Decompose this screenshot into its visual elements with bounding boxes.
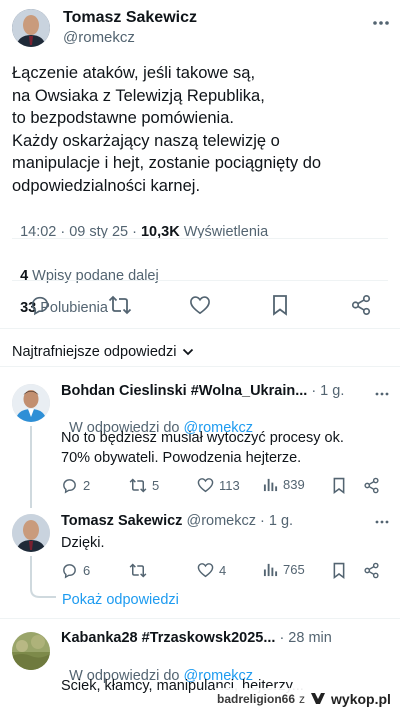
reply-count-button[interactable]: 2 (61, 477, 90, 494)
reply-author-handle[interactable]: @romekcz (186, 513, 256, 529)
share-icon[interactable] (363, 562, 380, 579)
view-count-button[interactable]: 839 (263, 477, 305, 492)
tweet-text-line: manipulacje i hejt, zostanie pociągnięty… (12, 154, 322, 172)
repost-icon[interactable] (108, 294, 132, 316)
reply-author-name[interactable]: Kabanka28 #Trzaskowsk2025... (61, 630, 275, 646)
thread-curve (30, 583, 56, 598)
reply-time[interactable]: · 1 g. (311, 383, 344, 399)
bookmark-icon[interactable] (271, 294, 289, 316)
share-icon[interactable] (350, 294, 372, 316)
share-icon[interactable] (363, 477, 380, 494)
avatar[interactable] (12, 632, 50, 670)
tweet-text-line: Każdy oskarżający naszą telewizję o (12, 131, 280, 150)
watermark-user: badreligion66 (217, 691, 296, 706)
reposts-stat[interactable]: 4 Wpisy podane dalej (20, 268, 159, 284)
replies-sort-label: Najtrafniejsze odpowiedzi (12, 344, 177, 360)
thread-line (30, 426, 32, 508)
divider (12, 280, 388, 281)
tweet-text-line: odpowiedzialności karnej. (12, 176, 201, 195)
reply-count: 6 (83, 563, 91, 578)
reply-time[interactable]: · 28 min (279, 630, 331, 646)
divider (0, 328, 400, 329)
watermark: badreligion66 z wykop.pl (215, 688, 400, 709)
author-handle[interactable]: @romekcz (63, 29, 135, 46)
reposts-count: 4 (20, 268, 29, 284)
reply-time[interactable]: · 1 g. (260, 513, 293, 529)
more-icon[interactable] (375, 392, 389, 396)
divider (0, 618, 400, 619)
like-count-button[interactable]: 4 (197, 562, 226, 578)
reply-author-name[interactable]: Bohdan Cieslinski #Wolna_Ukrain... (61, 383, 307, 399)
reply-author-name[interactable]: Tomasz Sakewicz (61, 513, 182, 529)
avatar[interactable] (12, 384, 50, 422)
avatar[interactable] (12, 9, 50, 47)
author-name[interactable]: Tomasz Sakewicz (63, 9, 197, 27)
like-icon (197, 477, 214, 493)
bookmark-icon[interactable] (332, 562, 346, 579)
repost-icon (129, 562, 147, 579)
views-icon (263, 562, 278, 577)
tweet-text-line: to bezpodstawne pomówienia. (12, 109, 234, 127)
reply-header: Bohdan Cieslinski #Wolna_Ukrain... · 1 g… (61, 383, 344, 399)
replies-sort-dropdown[interactable]: Najtrafniejsze odpowiedzi (12, 344, 194, 360)
wykop-logo-icon (309, 691, 327, 706)
views-icon (263, 477, 278, 492)
more-icon[interactable] (375, 520, 389, 524)
reply-icon[interactable] (29, 294, 51, 316)
view-count: 765 (283, 562, 305, 577)
watermark-site: wykop.pl (331, 690, 391, 707)
reply-text-line: 70% obywateli. Powodzenia hejterze. (61, 450, 302, 466)
tweet-text-line: Łączenie ataków, jeśli takowe są, (12, 64, 256, 82)
avatar[interactable] (12, 514, 50, 552)
like-count: 4 (219, 562, 227, 578)
like-count-button[interactable]: 113 (197, 477, 240, 493)
repost-count: 5 (152, 478, 160, 493)
reposts-label: Wpisy podane dalej (32, 268, 159, 284)
repost-icon (129, 477, 147, 494)
reply-text-line: No to będziesz musiał wytoczyć procesy o… (61, 430, 344, 446)
repost-count-button[interactable]: 5 (129, 477, 159, 494)
tweet-text-line: na Owsiaka z Telewizją Republika, (12, 86, 265, 105)
reply-header: Tomasz Sakewicz @romekcz · 1 g. (61, 513, 293, 529)
like-icon (197, 562, 214, 578)
like-count: 113 (219, 477, 240, 493)
like-icon[interactable] (189, 295, 211, 315)
view-count-button[interactable]: 765 (263, 562, 305, 577)
repost-count-button[interactable] (129, 562, 152, 579)
divider (0, 366, 400, 367)
divider (12, 238, 388, 239)
watermark-connector: z (299, 691, 306, 706)
tweet-meta: 14:02 · 09 sty 25 · 10,3K Wyświetlenia (12, 208, 268, 240)
reply-header: Kabanka28 #Trzaskowsk2025... · 28 min (61, 630, 332, 646)
tweet-text: Łączenie ataków, jeśli takowe są, na Ows… (12, 62, 397, 197)
reply-text-line: Dzięki. (61, 535, 105, 551)
bookmark-icon[interactable] (332, 477, 346, 494)
reply-text: No to będziesz musiał wytoczyć procesy o… (61, 428, 396, 468)
reply-text: Dzięki. (61, 533, 105, 553)
reply-icon (61, 477, 78, 494)
reply-icon (61, 562, 78, 579)
more-icon[interactable] (372, 20, 390, 26)
chevron-down-icon (182, 348, 194, 356)
reply-count-button[interactable]: 6 (61, 562, 90, 579)
thread-line (30, 556, 32, 586)
show-replies-link[interactable]: Pokaż odpowiedzi (62, 592, 179, 608)
view-count: 839 (283, 477, 305, 492)
reply-count: 2 (83, 478, 91, 493)
